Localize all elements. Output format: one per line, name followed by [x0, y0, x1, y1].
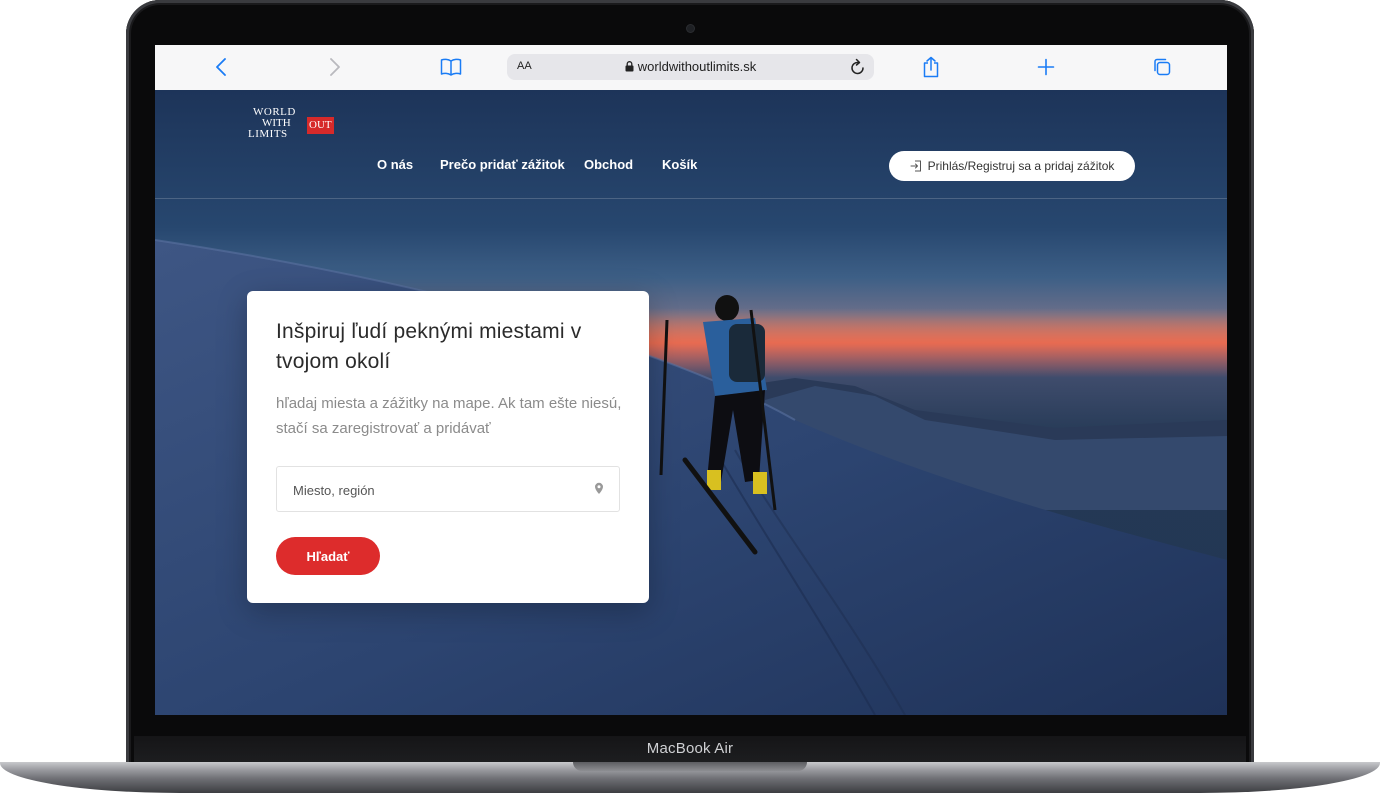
hero-title: Inšpiruj ľudí peknými miestami v tvojom … — [276, 320, 582, 373]
site-logo[interactable]: WORLD WITH LIMITS OUT — [248, 106, 334, 140]
location-search[interactable] — [276, 466, 620, 513]
login-register-button[interactable]: Prihlás/Registruj sa a pridaj zážitok — [889, 151, 1135, 181]
nav-item-obchod[interactable]: Obchod — [584, 157, 633, 172]
share-icon[interactable] — [922, 56, 940, 78]
camera-icon — [687, 25, 694, 32]
laptop-notch — [573, 762, 807, 771]
browser-toolbar: AA worldwithoutlimits.sk — [155, 45, 1227, 91]
hero-subtitle: hľadaj miesta a zážitky na mape. Ak tam … — [276, 395, 622, 437]
screen: AA worldwithoutlimits.sk WORLD WITH LIMI… — [155, 45, 1227, 715]
bookmarks-icon[interactable] — [440, 56, 462, 78]
forward-icon[interactable] — [327, 56, 343, 78]
location-input[interactable] — [291, 467, 585, 513]
logo-line-3: LIMITS — [248, 128, 288, 140]
new-tab-icon[interactable] — [1037, 56, 1055, 78]
nav-item-preco-pridat[interactable]: Prečo pridať zážitok — [440, 157, 565, 172]
back-icon[interactable] — [213, 56, 229, 78]
reload-icon[interactable] — [850, 58, 866, 81]
logo-badge: OUT — [307, 117, 334, 134]
device-label: MacBook Air — [646, 740, 734, 757]
nav-item-o-nas[interactable]: O nás — [377, 157, 413, 172]
tabs-overview-icon[interactable] — [1152, 56, 1172, 78]
login-icon — [910, 160, 921, 172]
lock-icon — [625, 61, 634, 72]
login-label: Prihlás/Registruj sa a pridaj zážitok — [927, 159, 1115, 173]
map-pin-icon — [594, 482, 604, 500]
url-text: worldwithoutlimits.sk — [507, 59, 874, 74]
address-bar[interactable]: AA worldwithoutlimits.sk — [507, 54, 874, 80]
search-button[interactable]: Hľadať — [276, 537, 380, 575]
url-label: worldwithoutlimits.sk — [637, 59, 757, 74]
nav-item-kosik[interactable]: Košík — [662, 157, 697, 172]
hero-search-card: Inšpiruj ľudí peknými miestami v tvojom … — [247, 291, 649, 603]
